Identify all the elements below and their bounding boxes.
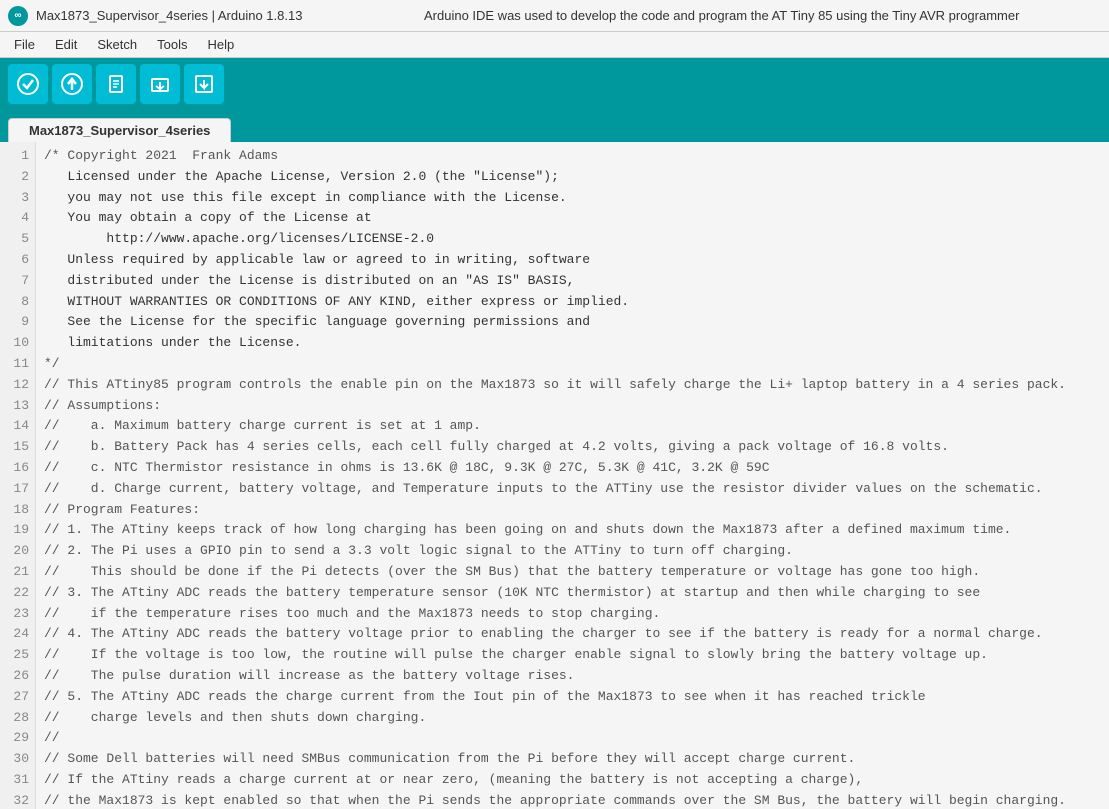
code-line-31: // If the ATtiny reads a charge current …	[44, 770, 1101, 791]
menu-file[interactable]: File	[4, 35, 45, 54]
code-line-4: You may obtain a copy of the License at	[44, 208, 1101, 229]
menu-edit[interactable]: Edit	[45, 35, 87, 54]
line-number-23: 23	[6, 604, 29, 625]
title-bar: ∞ Max1873_Supervisor_4series | Arduino 1…	[0, 0, 1109, 32]
code-line-2: Licensed under the Apache License, Versi…	[44, 167, 1101, 188]
code-line-1: /* Copyright 2021 Frank Adams	[44, 146, 1101, 167]
code-line-20: // 2. The Pi uses a GPIO pin to send a 3…	[44, 541, 1101, 562]
code-line-25: // If the voltage is too low, the routin…	[44, 645, 1101, 666]
app-icon: ∞	[8, 6, 28, 26]
line-number-16: 16	[6, 458, 29, 479]
code-line-17: // d. Charge current, battery voltage, a…	[44, 479, 1101, 500]
new-icon	[105, 73, 127, 95]
code-line-24: // 4. The ATtiny ADC reads the battery v…	[44, 624, 1101, 645]
line-numbers: 1234567891011121314151617181920212223242…	[0, 142, 36, 809]
save-button[interactable]	[184, 64, 224, 104]
save-icon	[193, 73, 215, 95]
new-button[interactable]	[96, 64, 136, 104]
line-number-21: 21	[6, 562, 29, 583]
line-number-12: 12	[6, 375, 29, 396]
line-number-14: 14	[6, 416, 29, 437]
code-line-22: // 3. The ATtiny ADC reads the battery t…	[44, 583, 1101, 604]
line-number-2: 2	[6, 167, 29, 188]
line-number-3: 3	[6, 188, 29, 209]
tab-main[interactable]: Max1873_Supervisor_4series	[8, 118, 231, 142]
code-line-13: // Assumptions:	[44, 396, 1101, 417]
app-icon-symbol: ∞	[14, 10, 21, 21]
menu-help[interactable]: Help	[197, 35, 244, 54]
line-number-17: 17	[6, 479, 29, 500]
code-line-11: */	[44, 354, 1101, 375]
toolbar	[0, 58, 1109, 110]
line-number-6: 6	[6, 250, 29, 271]
code-line-15: // b. Battery Pack has 4 series cells, e…	[44, 437, 1101, 458]
line-number-29: 29	[6, 728, 29, 749]
menu-sketch[interactable]: Sketch	[87, 35, 147, 54]
open-button[interactable]	[140, 64, 180, 104]
code-line-8: WITHOUT WARRANTIES OR CONDITIONS OF ANY …	[44, 292, 1101, 313]
code-line-6: Unless required by applicable law or agr…	[44, 250, 1101, 271]
code-line-32: // the Max1873 is kept enabled so that w…	[44, 791, 1101, 809]
code-line-9: See the License for the specific languag…	[44, 312, 1101, 333]
line-number-22: 22	[6, 583, 29, 604]
open-icon	[149, 73, 171, 95]
code-line-16: // c. NTC Thermistor resistance in ohms …	[44, 458, 1101, 479]
line-number-8: 8	[6, 292, 29, 313]
line-number-13: 13	[6, 396, 29, 417]
line-number-30: 30	[6, 749, 29, 770]
line-number-32: 32	[6, 791, 29, 809]
line-number-25: 25	[6, 645, 29, 666]
code-line-10: limitations under the License.	[44, 333, 1101, 354]
code-line-18: // Program Features:	[44, 500, 1101, 521]
line-number-5: 5	[6, 229, 29, 250]
line-number-15: 15	[6, 437, 29, 458]
line-number-9: 9	[6, 312, 29, 333]
code-line-19: // 1. The ATtiny keeps track of how long…	[44, 520, 1101, 541]
line-number-19: 19	[6, 520, 29, 541]
line-number-27: 27	[6, 687, 29, 708]
line-number-28: 28	[6, 708, 29, 729]
code-content[interactable]: /* Copyright 2021 Frank Adams Licensed u…	[36, 142, 1109, 809]
window-title: Max1873_Supervisor_4series | Arduino 1.8…	[36, 8, 302, 23]
menu-tools[interactable]: Tools	[147, 35, 197, 54]
line-number-11: 11	[6, 354, 29, 375]
code-line-30: // Some Dell batteries will need SMBus c…	[44, 749, 1101, 770]
code-line-3: you may not use this file except in comp…	[44, 188, 1101, 209]
tab-bar: Max1873_Supervisor_4series	[0, 110, 1109, 142]
upload-icon	[61, 73, 83, 95]
line-number-18: 18	[6, 500, 29, 521]
code-line-21: // This should be done if the Pi detects…	[44, 562, 1101, 583]
code-line-26: // The pulse duration will increase as t…	[44, 666, 1101, 687]
line-number-7: 7	[6, 271, 29, 292]
code-line-7: distributed under the License is distrib…	[44, 271, 1101, 292]
line-number-26: 26	[6, 666, 29, 687]
verify-icon	[17, 73, 39, 95]
line-number-4: 4	[6, 208, 29, 229]
code-area[interactable]: 1234567891011121314151617181920212223242…	[0, 142, 1109, 809]
line-number-10: 10	[6, 333, 29, 354]
code-line-23: // if the temperature rises too much and…	[44, 604, 1101, 625]
code-line-28: // charge levels and then shuts down cha…	[44, 708, 1101, 729]
verify-button[interactable]	[8, 64, 48, 104]
line-number-24: 24	[6, 624, 29, 645]
line-number-1: 1	[6, 146, 29, 167]
code-line-5: http://www.apache.org/licenses/LICENSE-2…	[44, 229, 1101, 250]
code-line-14: // a. Maximum battery charge current is …	[44, 416, 1101, 437]
code-line-12: // This ATtiny85 program controls the en…	[44, 375, 1101, 396]
upload-button[interactable]	[52, 64, 92, 104]
line-number-31: 31	[6, 770, 29, 791]
code-line-29: //	[44, 728, 1101, 749]
menu-bar: File Edit Sketch Tools Help	[0, 32, 1109, 58]
header-description: Arduino IDE was used to develop the code…	[342, 8, 1101, 23]
line-number-20: 20	[6, 541, 29, 562]
code-line-27: // 5. The ATtiny ADC reads the charge cu…	[44, 687, 1101, 708]
